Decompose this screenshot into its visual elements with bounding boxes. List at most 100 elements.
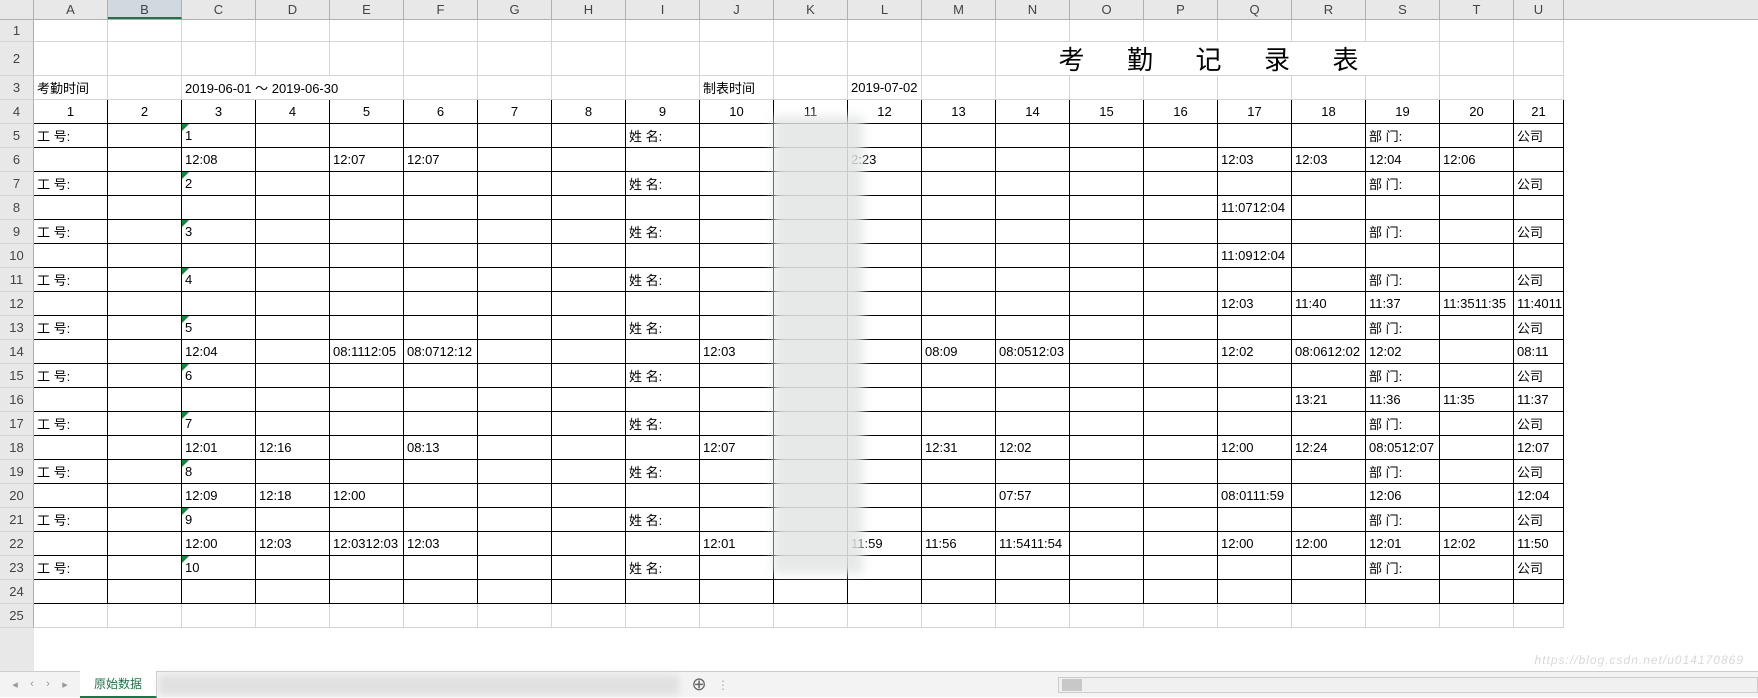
cell[interactable] — [1440, 220, 1514, 244]
cell[interactable] — [256, 604, 330, 628]
cell[interactable] — [1144, 220, 1218, 244]
cell[interactable] — [774, 508, 848, 532]
cell[interactable] — [1292, 172, 1366, 196]
cell[interactable] — [700, 20, 774, 42]
time-cell[interactable]: 12:03 — [256, 532, 330, 556]
cell[interactable] — [996, 172, 1070, 196]
cell[interactable] — [626, 388, 700, 412]
cell[interactable] — [552, 412, 626, 436]
cell[interactable] — [848, 196, 922, 220]
time-cell[interactable]: 12:04 — [1366, 148, 1440, 172]
cell[interactable] — [774, 316, 848, 340]
name-label[interactable]: 姓 名: — [626, 316, 700, 340]
time-cell[interactable]: 12:08 — [182, 148, 256, 172]
select-all-corner[interactable] — [0, 0, 34, 19]
name-label[interactable]: 姓 名: — [626, 556, 700, 580]
cell[interactable] — [256, 292, 330, 316]
cell[interactable] — [1070, 508, 1144, 532]
emp-no-label[interactable]: 工 号: — [34, 412, 108, 436]
company-value[interactable]: 公司 — [1514, 412, 1564, 436]
day-header-10[interactable]: 10 — [700, 100, 774, 124]
emp-no-label[interactable]: 工 号: — [34, 508, 108, 532]
cell[interactable] — [478, 436, 552, 460]
dept-label[interactable]: 部 门: — [1366, 268, 1440, 292]
tab-nav-buttons[interactable]: ◂ ‹ › ▸ — [0, 678, 80, 691]
time-cell[interactable]: 12:0312:03 — [330, 532, 404, 556]
cell[interactable] — [1292, 220, 1366, 244]
cell[interactable] — [404, 196, 478, 220]
emp-no-value[interactable]: 2 — [182, 172, 256, 196]
cell[interactable] — [1218, 412, 1292, 436]
cell[interactable] — [774, 364, 848, 388]
cell[interactable] — [774, 196, 848, 220]
row-header-23[interactable]: 23 — [0, 556, 34, 580]
time-cell[interactable]: 12:03 — [1218, 292, 1292, 316]
dept-label[interactable]: 部 门: — [1366, 316, 1440, 340]
cell[interactable] — [626, 484, 700, 508]
column-header-Q[interactable]: Q — [1218, 0, 1292, 19]
cell[interactable] — [700, 316, 774, 340]
emp-no-label[interactable]: 工 号: — [34, 220, 108, 244]
cell[interactable] — [108, 364, 182, 388]
column-header-P[interactable]: P — [1144, 0, 1218, 19]
time-cell[interactable]: 11:37 — [1366, 292, 1440, 316]
time-cell[interactable]: 12:07 — [1514, 436, 1564, 460]
cell[interactable] — [1440, 580, 1514, 604]
cell[interactable] — [404, 124, 478, 148]
cell[interactable] — [996, 412, 1070, 436]
column-header-B[interactable]: B — [108, 0, 182, 19]
cell[interactable] — [1440, 436, 1514, 460]
cell[interactable] — [1218, 508, 1292, 532]
cell[interactable] — [626, 196, 700, 220]
cell[interactable] — [1070, 556, 1144, 580]
cell[interactable] — [552, 388, 626, 412]
cell[interactable] — [256, 196, 330, 220]
cell[interactable] — [700, 508, 774, 532]
cell[interactable] — [996, 76, 1070, 100]
time-cell[interactable]: 12:01 — [1366, 532, 1440, 556]
cell[interactable] — [34, 388, 108, 412]
cell[interactable] — [1292, 604, 1366, 628]
day-header-11[interactable]: 11 — [774, 100, 848, 124]
row-header-22[interactable]: 22 — [0, 532, 34, 556]
cell[interactable] — [1514, 580, 1564, 604]
cell[interactable] — [774, 340, 848, 364]
cell[interactable] — [1440, 244, 1514, 268]
cell[interactable] — [700, 556, 774, 580]
cell[interactable] — [1514, 148, 1564, 172]
cell[interactable] — [1218, 388, 1292, 412]
cell[interactable] — [1440, 76, 1514, 100]
cell[interactable]: 考 勤 记 录 表 — [996, 42, 1440, 76]
cell[interactable] — [996, 364, 1070, 388]
cell[interactable] — [996, 124, 1070, 148]
cell[interactable] — [774, 20, 848, 42]
cell[interactable] — [108, 220, 182, 244]
cell[interactable] — [108, 196, 182, 220]
time-cell[interactable]: 12:07 — [700, 436, 774, 460]
column-header-U[interactable]: U — [1514, 0, 1564, 19]
cell[interactable] — [34, 340, 108, 364]
emp-no-value[interactable]: 3 — [182, 220, 256, 244]
last-tab-icon[interactable]: ▸ — [62, 678, 68, 691]
cell[interactable] — [552, 124, 626, 148]
cell[interactable] — [922, 364, 996, 388]
cell[interactable] — [1144, 316, 1218, 340]
cell[interactable] — [1144, 412, 1218, 436]
period-value[interactable]: 2019-06-01 ～ 2019-06-30 — [182, 76, 404, 100]
cell[interactable] — [1218, 220, 1292, 244]
cell[interactable] — [552, 532, 626, 556]
cell[interactable] — [108, 292, 182, 316]
cell[interactable] — [404, 484, 478, 508]
cell[interactable] — [256, 412, 330, 436]
time-cell[interactable]: 11:5411:54 — [996, 532, 1070, 556]
cell[interactable] — [330, 436, 404, 460]
cell[interactable] — [478, 42, 552, 76]
cell[interactable] — [1144, 604, 1218, 628]
cell[interactable] — [1144, 196, 1218, 220]
column-header-H[interactable]: H — [552, 0, 626, 19]
emp-no-value[interactable]: 10 — [182, 556, 256, 580]
time-cell[interactable]: 12:02 — [996, 436, 1070, 460]
cell[interactable] — [1218, 460, 1292, 484]
cell[interactable] — [256, 388, 330, 412]
cell[interactable] — [1144, 508, 1218, 532]
